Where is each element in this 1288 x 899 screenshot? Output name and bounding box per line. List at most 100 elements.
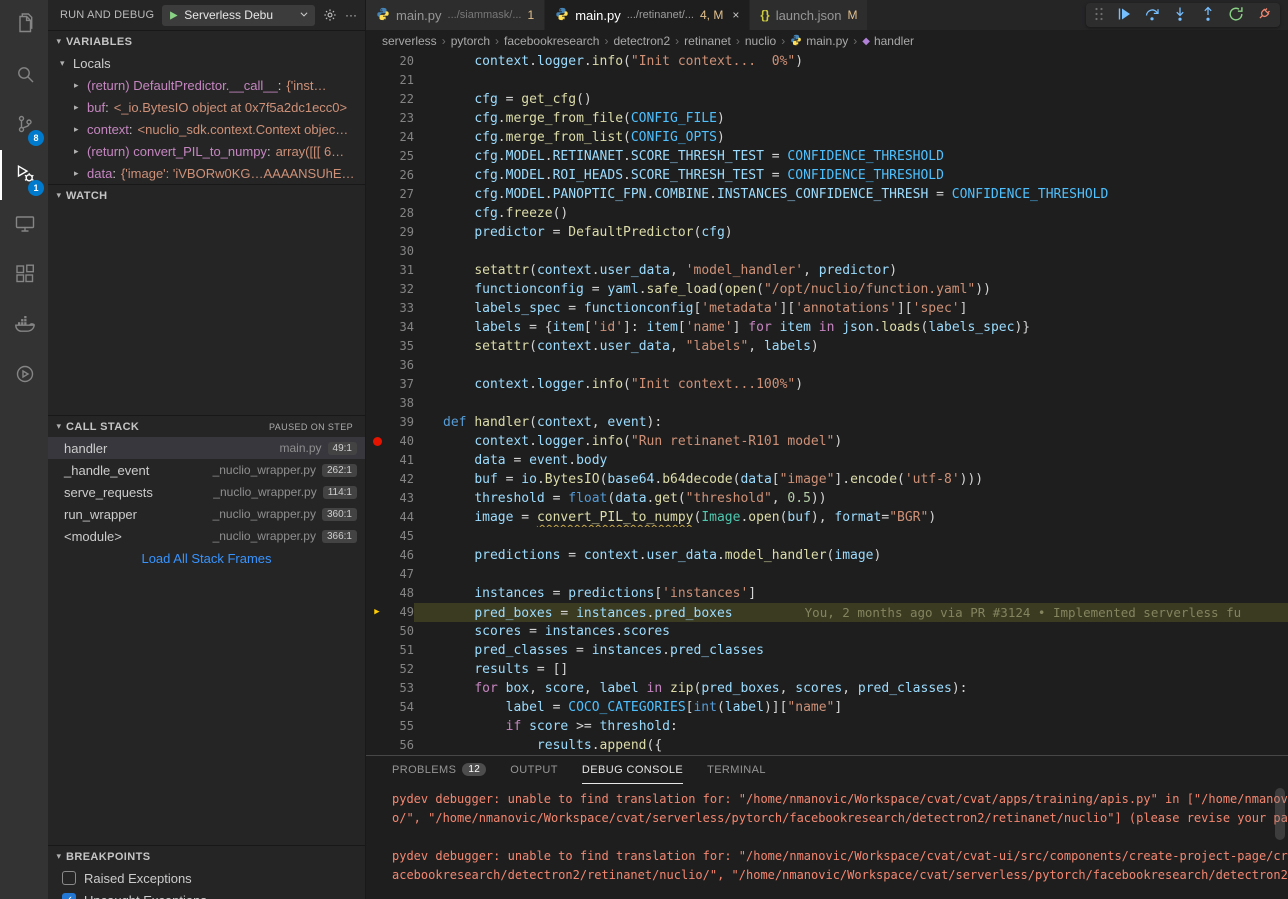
stack-frame[interactable]: _handle_event_nuclio_wrapper.py262:1 xyxy=(48,459,365,481)
checkbox-checked[interactable]: ✓ xyxy=(62,893,76,899)
stack-frame[interactable]: serve_requests_nuclio_wrapper.py114:1 xyxy=(48,481,365,503)
code-line-52[interactable]: 52 results = [] xyxy=(366,660,1288,679)
code-text[interactable] xyxy=(414,394,1288,413)
code-text[interactable] xyxy=(414,356,1288,375)
code-text[interactable]: labels_spec = functionconfig['metadata']… xyxy=(414,299,1288,318)
code-line-44[interactable]: 44 image = convert_PIL_to_numpy(Image.op… xyxy=(366,508,1288,527)
code-text[interactable]: context.logger.info("Run retinanet-R101 … xyxy=(414,432,1288,451)
code-line-39[interactable]: 39def handler(context, event): xyxy=(366,413,1288,432)
panel-scrollbar[interactable] xyxy=(1275,788,1285,840)
watch-section-header[interactable]: ▾ WATCH xyxy=(48,184,365,206)
activity-item-search[interactable] xyxy=(0,50,48,100)
code-text[interactable]: cfg.merge_from_file(CONFIG_FILE) xyxy=(414,109,1288,128)
glyph-margin[interactable] xyxy=(366,204,388,223)
code-line-32[interactable]: 32 functionconfig = yaml.safe_load(open(… xyxy=(366,280,1288,299)
code-line-53[interactable]: 53 for box, score, label in zip(pred_box… xyxy=(366,679,1288,698)
code-text[interactable] xyxy=(414,71,1288,90)
code-text[interactable]: cfg.MODEL.RETINANET.SCORE_THRESH_TEST = … xyxy=(414,147,1288,166)
stack-frame[interactable]: handlermain.py49:1 xyxy=(48,437,365,459)
code-line-21[interactable]: 21 xyxy=(366,71,1288,90)
breakpoint-row[interactable]: Raised Exceptions xyxy=(48,867,365,889)
stack-frame[interactable]: run_wrapper_nuclio_wrapper.py360:1 xyxy=(48,503,365,525)
start-debugging-icon[interactable] xyxy=(168,10,179,21)
code-text[interactable]: results = [] xyxy=(414,660,1288,679)
activity-item-extensions[interactable] xyxy=(0,250,48,300)
variable-row[interactable]: ▸buf:<_io.BytesIO object at 0x7f5a2dc1ec… xyxy=(48,96,365,118)
code-line-36[interactable]: 36 xyxy=(366,356,1288,375)
glyph-margin[interactable] xyxy=(366,223,388,242)
code-editor[interactable]: 20 context.logger.info("Init context... … xyxy=(366,52,1288,755)
variable-row[interactable]: ▸(return) convert_PIL_to_numpy:array([[[… xyxy=(48,140,365,162)
glyph-margin[interactable] xyxy=(366,261,388,280)
glyph-margin[interactable] xyxy=(366,584,388,603)
code-line-20[interactable]: 20 context.logger.info("Init context... … xyxy=(366,52,1288,71)
glyph-margin[interactable] xyxy=(366,71,388,90)
panel-tab-debug-console[interactable]: DEBUG CONSOLE xyxy=(582,756,683,784)
glyph-margin[interactable] xyxy=(366,565,388,584)
code-text[interactable]: instances = predictions['instances'] xyxy=(414,584,1288,603)
breakpoints-section-header[interactable]: ▾ BREAKPOINTS xyxy=(48,845,365,867)
code-line-35[interactable]: 35 setattr(context.user_data, "labels", … xyxy=(366,337,1288,356)
code-text[interactable] xyxy=(414,565,1288,584)
code-line-28[interactable]: 28 cfg.freeze() xyxy=(366,204,1288,223)
glyph-margin[interactable] xyxy=(366,508,388,527)
glyph-margin[interactable] xyxy=(366,337,388,356)
disconnect-button[interactable] xyxy=(1256,6,1272,25)
code-line-55[interactable]: 55 if score >= threshold: xyxy=(366,717,1288,736)
code-line-22[interactable]: 22 cfg = get_cfg() xyxy=(366,90,1288,109)
breakpoint-row[interactable]: ✓Uncaught Exceptions xyxy=(48,889,365,899)
glyph-margin[interactable] xyxy=(366,128,388,147)
code-text[interactable]: buf = io.BytesIO(base64.b64decode(data["… xyxy=(414,470,1288,489)
code-line-56[interactable]: 56 results.append({ xyxy=(366,736,1288,755)
call-stack-section-header[interactable]: ▾ CALL STACK PAUSED ON STEP xyxy=(48,415,365,437)
glyph-margin[interactable] xyxy=(366,489,388,508)
code-text[interactable]: predictor = DefaultPredictor(cfg) xyxy=(414,223,1288,242)
step-out-button[interactable] xyxy=(1200,6,1216,25)
code-line-41[interactable]: 41 data = event.body xyxy=(366,451,1288,470)
more-actions-icon[interactable]: ··· xyxy=(345,8,357,22)
glyph-margin[interactable] xyxy=(366,546,388,565)
glyph-margin[interactable] xyxy=(366,527,388,546)
code-text[interactable]: label = COCO_CATEGORIES[int(label)]["nam… xyxy=(414,698,1288,717)
breadcrumb-symbol[interactable]: ◆handler xyxy=(862,34,914,48)
code-text[interactable] xyxy=(414,242,1288,261)
glyph-margin[interactable] xyxy=(366,641,388,660)
code-text[interactable]: predictions = context.user_data.model_ha… xyxy=(414,546,1288,565)
variable-row[interactable]: ▸data:{'image': 'iVBORw0KG…AAAANSUhE… xyxy=(48,162,365,184)
activity-item-explorer[interactable] xyxy=(0,0,48,50)
code-text[interactable]: cfg = get_cfg() xyxy=(414,90,1288,109)
code-text[interactable]: cfg.MODEL.ROI_HEADS.SCORE_THRESH_TEST = … xyxy=(414,166,1288,185)
glyph-margin[interactable] xyxy=(366,717,388,736)
glyph-margin[interactable] xyxy=(366,147,388,166)
code-line-45[interactable]: 45 xyxy=(366,527,1288,546)
breadcrumb-item[interactable]: pytorch xyxy=(451,34,490,48)
code-text[interactable]: pred_boxes = instances.pred_boxesYou, 2 … xyxy=(414,603,1288,622)
code-line-38[interactable]: 38 xyxy=(366,394,1288,413)
glyph-margin[interactable] xyxy=(366,52,388,71)
glyph-margin[interactable] xyxy=(366,109,388,128)
gear-icon[interactable] xyxy=(323,8,337,22)
code-text[interactable]: if score >= threshold: xyxy=(414,717,1288,736)
breadcrumb-file[interactable]: main.py xyxy=(790,34,848,49)
glyph-margin[interactable] xyxy=(366,698,388,717)
code-line-51[interactable]: 51 pred_classes = instances.pred_classes xyxy=(366,641,1288,660)
restart-button[interactable] xyxy=(1228,6,1244,25)
code-text[interactable]: scores = instances.scores xyxy=(414,622,1288,641)
activity-item-circle-play[interactable] xyxy=(0,350,48,400)
code-text[interactable]: cfg.freeze() xyxy=(414,204,1288,223)
code-text[interactable]: setattr(context.user_data, 'model_handle… xyxy=(414,261,1288,280)
code-line-30[interactable]: 30 xyxy=(366,242,1288,261)
glyph-margin[interactable] xyxy=(366,280,388,299)
activity-item-docker[interactable] xyxy=(0,300,48,350)
editor-tab-launch.json[interactable]: {}launch.jsonM xyxy=(750,0,868,30)
step-into-button[interactable] xyxy=(1172,6,1188,25)
code-text[interactable] xyxy=(414,527,1288,546)
glyph-margin[interactable] xyxy=(366,318,388,337)
code-text[interactable]: pred_classes = instances.pred_classes xyxy=(414,641,1288,660)
code-line-49[interactable]: ▶49 pred_boxes = instances.pred_boxesYou… xyxy=(366,603,1288,622)
glyph-margin[interactable] xyxy=(366,185,388,204)
code-line-37[interactable]: 37 context.logger.info("Init context...1… xyxy=(366,375,1288,394)
activity-item-run-and-debug[interactable]: 1 xyxy=(0,150,48,200)
glyph-margin[interactable] xyxy=(366,394,388,413)
code-text[interactable]: cfg.merge_from_list(CONFIG_OPTS) xyxy=(414,128,1288,147)
